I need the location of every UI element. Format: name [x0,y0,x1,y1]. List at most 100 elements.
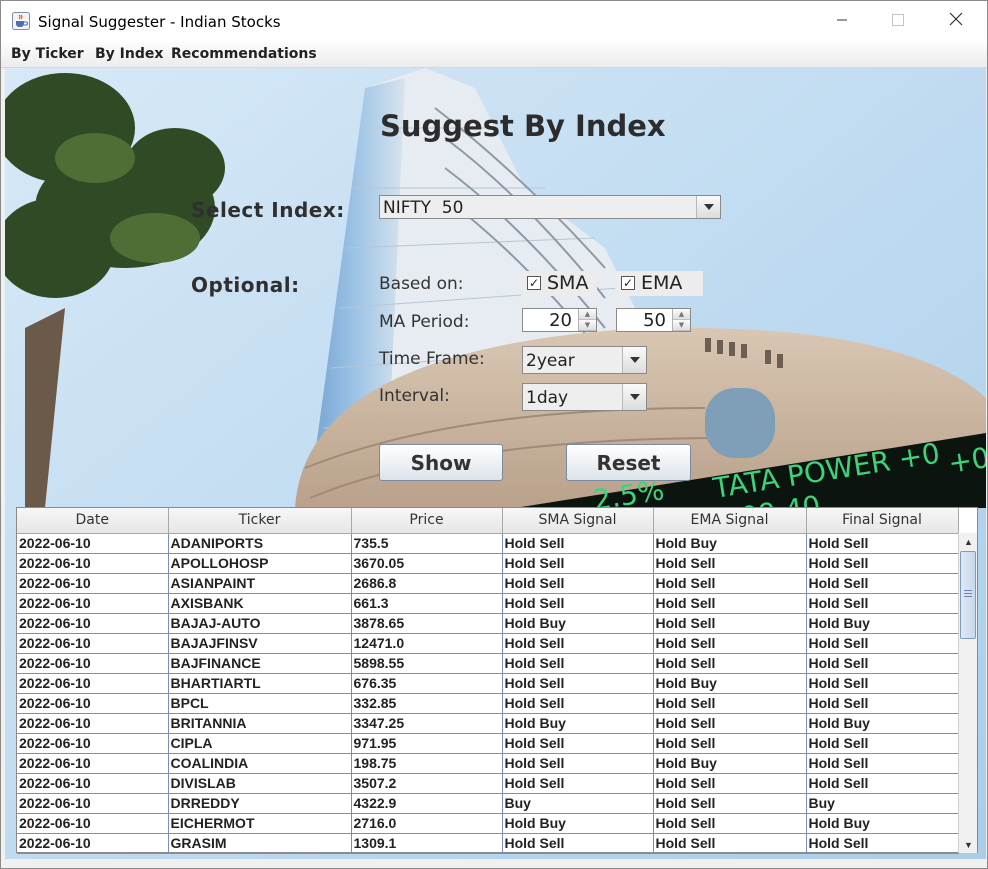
scroll-down-icon[interactable]: ▼ [959,836,978,853]
cell-sma-signal: Hold Sell [502,753,654,774]
sma-period-value: 20 [549,310,572,331]
cell-date: 2022-06-10 [17,573,169,594]
column-header-final-signal[interactable]: Final Signal [806,508,959,534]
chevron-down-icon[interactable] [622,347,646,373]
column-header-price[interactable]: Price [351,508,503,534]
cell-final-signal: Hold Sell [806,633,959,654]
menu-by-index[interactable]: By Index [95,46,163,62]
cell-date: 2022-06-10 [17,753,169,774]
interval-label: Interval: [379,386,450,406]
cell-date: 2022-06-10 [17,693,169,714]
menu-bar: By Ticker By Index Recommendations [1,42,987,68]
cell-ticker: CIPLA [168,733,352,754]
table-row[interactable]: 2022-06-10 BRITANNIA 3347.25 Hold Buy Hold S… [17,713,959,734]
cell-price: 971.95 [351,733,503,754]
cell-ema-signal: Hold Sell [653,813,807,834]
spinner-up-icon[interactable]: ▲ [579,309,596,320]
table-row[interactable]: 2022-06-10 DRREDDY 4322.9 Buy Hold Sell Buy [17,793,959,814]
cell-final-signal: Hold Buy [806,813,959,834]
cell-price: 198.75 [351,753,503,774]
cell-final-signal: Hold Sell [806,733,959,754]
cell-date: 2022-06-10 [17,793,169,814]
cell-sma-signal: Hold Sell [502,773,654,794]
table-row[interactable]: 2022-06-10 COALINDIA 198.75 Hold Sell Hold B… [17,753,959,774]
menu-recommendations[interactable]: Recommendations [171,46,317,62]
cell-ticker: EICHERMOT [168,813,352,834]
column-header-sma-signal[interactable]: SMA Signal [502,508,654,534]
reset-button[interactable]: Reset [566,444,691,481]
cell-final-signal: Hold Sell [806,573,959,594]
spinner-up-icon[interactable]: ▲ [673,309,690,320]
cell-date: 2022-06-10 [17,773,169,794]
page-title: Suggest By Index [380,109,666,143]
menu-by-ticker[interactable]: By Ticker [11,46,84,62]
cell-final-signal: Hold Sell [806,673,959,694]
cell-final-signal: Hold Sell [806,773,959,794]
time-frame-select[interactable]: 2year [522,346,647,374]
table-header-row: Date Ticker Price SMA Signal EMA Signal … [17,508,959,534]
cell-ema-signal: Hold Sell [653,773,807,794]
ma-period-label: MA Period: [379,312,470,332]
window-title: Signal Suggester - Indian Stocks [38,13,281,31]
java-cup-icon [12,12,30,30]
sma-checkbox[interactable]: ✓ SMA [521,271,597,296]
cell-sma-signal: Hold Buy [502,813,654,834]
table-row[interactable]: 2022-06-10 BAJFINANCE 5898.55 Hold Sell Hold… [17,653,959,674]
table-row[interactable]: 2022-06-10 CIPLA 971.95 Hold Sell Hold Sell H… [17,733,959,754]
table-row[interactable]: 2022-06-10 BAJAJ-AUTO 3878.65 Hold Buy Hold … [17,613,959,634]
minimize-button[interactable] [813,1,871,42]
cell-ema-signal: Hold Buy [653,673,807,694]
title-bar: Signal Suggester - Indian Stocks [1,1,987,42]
table-scrollbar[interactable]: ▲ ▼ [958,533,977,853]
app-window: Signal Suggester - Indian Stocks By Tick… [0,0,988,869]
table-row[interactable]: 2022-06-10 ADANIPORTS 735.5 Hold Sell Hold B… [17,533,959,554]
cell-ema-signal: Hold Sell [653,793,807,814]
ema-period-spinner[interactable]: 50 ▲ ▼ [616,308,691,332]
index-select[interactable]: NIFTY 50 [379,195,721,219]
column-header-date[interactable]: Date [17,508,169,534]
ema-checkbox[interactable]: ✓ EMA [615,271,703,296]
table-row[interactable]: 2022-06-10 AXISBANK 661.3 Hold Sell Hold Sel… [17,593,959,614]
ema-period-value: 50 [643,310,666,331]
cell-price: 332.85 [351,693,503,714]
spinner-down-icon[interactable]: ▼ [673,320,690,331]
sma-period-spinner[interactable]: 20 ▲ ▼ [522,308,597,332]
cell-sma-signal: Hold Buy [502,713,654,734]
spinner-down-icon[interactable]: ▼ [579,320,596,331]
table-row[interactable]: 2022-06-10 GRASIM 1309.1 Hold Sell Hold Sell… [17,833,959,854]
scrollbar-thumb[interactable] [960,551,976,639]
cell-price: 3878.65 [351,613,503,634]
cell-price: 3670.05 [351,553,503,574]
close-button[interactable] [927,1,985,42]
scroll-up-icon[interactable]: ▲ [959,533,978,550]
table-row[interactable]: 2022-06-10 ASIANPAINT 2686.8 Hold Sell Hold … [17,573,959,594]
grip-icon [964,590,972,597]
cell-final-signal: Hold Buy [806,713,959,734]
cell-date: 2022-06-10 [17,593,169,614]
cell-sma-signal: Hold Sell [502,553,654,574]
cell-final-signal: Hold Sell [806,593,959,614]
table-row[interactable]: 2022-06-10 BPCL 332.85 Hold Sell Hold Sell Ho… [17,693,959,714]
table-row[interactable]: 2022-06-10 APOLLOHOSP 3670.05 Hold Sell Hold… [17,553,959,574]
maximize-button[interactable] [869,1,927,42]
table-row[interactable]: 2022-06-10 DIVISLAB 3507.2 Hold Sell Hold Se… [17,773,959,794]
based-on-label: Based on: [379,274,464,294]
cell-final-signal: Hold Sell [806,533,959,554]
cell-ema-signal: Hold Sell [653,633,807,654]
cell-ema-signal: Hold Buy [653,533,807,554]
table-row[interactable]: 2022-06-10 BHARTIARTL 676.35 Hold Sell Hold … [17,673,959,694]
cell-price: 1309.1 [351,833,503,854]
column-header-ema-signal[interactable]: EMA Signal [653,508,807,534]
column-header-ticker[interactable]: Ticker [168,508,352,534]
table-row[interactable]: 2022-06-10 EICHERMOT 2716.0 Hold Buy Hold Se… [17,813,959,834]
cell-ema-signal: Hold Sell [653,693,807,714]
cell-sma-signal: Hold Sell [502,673,654,694]
checkbox-checked-icon: ✓ [527,276,541,290]
show-button[interactable]: Show [379,444,503,481]
checkbox-checked-icon: ✓ [621,276,635,290]
chevron-down-icon[interactable] [622,384,646,410]
table-row[interactable]: 2022-06-10 BAJAJFINSV 12471.0 Hold Sell Hold… [17,633,959,654]
cell-price: 676.35 [351,673,503,694]
chevron-down-icon[interactable] [696,196,720,218]
interval-select[interactable]: 1day [522,383,647,411]
